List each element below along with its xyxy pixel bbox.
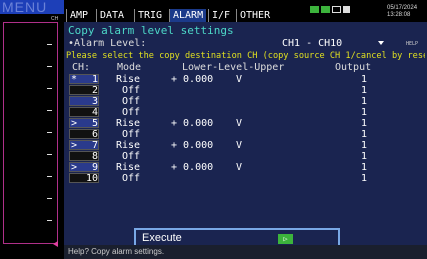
tick bbox=[47, 198, 52, 199]
output-value: 1 bbox=[361, 173, 368, 184]
execute-button[interactable]: ▷ bbox=[278, 234, 293, 244]
output-value: 1 bbox=[361, 151, 368, 162]
left-panel: MENU CH bbox=[0, 0, 64, 259]
table-row[interactable]: 4 Off 1 bbox=[64, 107, 427, 118]
time: 13:28:08 bbox=[387, 12, 411, 18]
ch-number: 5 bbox=[91, 118, 98, 129]
help-button[interactable]: HELP bbox=[401, 40, 423, 48]
table-row[interactable]: * 1 Rise + 0.000 V 1 bbox=[64, 74, 427, 85]
ch-number: 6 bbox=[91, 129, 98, 140]
row-marker: * bbox=[71, 74, 78, 85]
datetime: 05/17/2024 13:28:08 bbox=[387, 5, 417, 19]
table-row[interactable]: 8 Off 1 bbox=[64, 151, 427, 162]
unit-value: V bbox=[236, 118, 243, 129]
ch-number: 8 bbox=[91, 151, 98, 162]
header-output: Output bbox=[335, 62, 372, 73]
tick bbox=[47, 154, 52, 155]
tick bbox=[47, 220, 52, 221]
tick bbox=[47, 44, 52, 45]
mode-value: Off bbox=[122, 151, 141, 162]
position-marker-icon bbox=[53, 241, 58, 247]
ch-number: 9 bbox=[91, 162, 98, 173]
page-title: Copy alarm level settings bbox=[68, 24, 234, 37]
lower-value: + 0.000 bbox=[171, 162, 214, 173]
menu-label[interactable]: MENU bbox=[0, 0, 64, 14]
row-marker: > bbox=[71, 118, 78, 129]
tab-if[interactable]: I/F bbox=[208, 9, 234, 22]
content-panel: Copy alarm level settings •Alarm Level: … bbox=[64, 22, 427, 249]
table-row[interactable]: 10 Off 1 bbox=[64, 173, 427, 184]
alarm-level-label: •Alarm Level: bbox=[68, 38, 147, 49]
lock-icon bbox=[343, 6, 350, 13]
alarm-level-select[interactable]: CH1 - CH10 bbox=[282, 38, 342, 49]
header-ch: CH: bbox=[72, 62, 91, 73]
execute-label: Execute bbox=[142, 232, 182, 244]
date: 05/17/2024 bbox=[387, 5, 418, 11]
chevron-down-icon[interactable] bbox=[378, 41, 384, 45]
output-value: 1 bbox=[361, 74, 368, 85]
ch-number: 1 bbox=[91, 74, 98, 85]
unit-value: V bbox=[236, 74, 243, 85]
mode-value: Rise bbox=[116, 74, 141, 85]
row-marker: > bbox=[71, 162, 78, 173]
unit-value: V bbox=[236, 140, 243, 151]
ch-number: 10 bbox=[85, 173, 98, 184]
ch-number: 4 bbox=[91, 107, 98, 118]
header-level: Lower-Level-Upper bbox=[182, 62, 285, 73]
lower-value: + 0.000 bbox=[171, 118, 214, 129]
mode-value: Off bbox=[122, 129, 141, 140]
tab-bar: AMP DATA TRIG ALARM I/F OTHER bbox=[64, 0, 427, 22]
lower-value: + 0.000 bbox=[171, 74, 214, 85]
table-row[interactable]: 6 Off 1 bbox=[64, 129, 427, 140]
tab-trig[interactable]: TRIG bbox=[134, 9, 166, 22]
tick bbox=[47, 132, 52, 133]
output-value: 1 bbox=[361, 129, 368, 140]
ch-number: 3 bbox=[91, 96, 98, 107]
ch-number: 2 bbox=[91, 85, 98, 96]
output-value: 1 bbox=[361, 162, 368, 173]
table-row[interactable]: >9 Rise + 0.000 V 1 bbox=[64, 162, 427, 173]
header-mode: Mode bbox=[117, 62, 142, 73]
unit-value: V bbox=[236, 162, 243, 173]
tab-alarm[interactable]: ALARM bbox=[169, 9, 207, 22]
tab-other[interactable]: OTHER bbox=[236, 9, 274, 22]
tick bbox=[47, 110, 52, 111]
lower-value: + 0.000 bbox=[171, 140, 214, 151]
tick bbox=[47, 176, 52, 177]
help-bar: Help? Copy alarm settings. bbox=[64, 245, 427, 259]
mode-value: Rise bbox=[116, 140, 141, 151]
table-row[interactable]: >5 Rise + 0.000 V 1 bbox=[64, 118, 427, 129]
memory-icon bbox=[321, 6, 330, 13]
table-header: CH: Mode Lower-Level-Upper Output bbox=[64, 62, 427, 73]
tick bbox=[47, 88, 52, 89]
output-value: 1 bbox=[361, 107, 368, 118]
mode-value: Off bbox=[122, 96, 141, 107]
table-row[interactable]: 3 Off 1 bbox=[64, 96, 427, 107]
mode-value: Off bbox=[122, 173, 141, 184]
output-value: 1 bbox=[361, 96, 368, 107]
mode-value: Off bbox=[122, 85, 141, 96]
help-text: Help? Copy alarm settings. bbox=[68, 247, 165, 256]
waveform-box bbox=[3, 22, 58, 244]
tab-data[interactable]: DATA bbox=[96, 9, 128, 22]
card-icon bbox=[332, 6, 341, 13]
tab-amp[interactable]: AMP bbox=[66, 9, 92, 22]
ch-number: 7 bbox=[91, 140, 98, 151]
battery-icon bbox=[310, 6, 319, 13]
mode-value: Off bbox=[122, 107, 141, 118]
alarm-level-row: •Alarm Level: CH1 - CH10 HELP bbox=[64, 38, 427, 50]
output-value: 1 bbox=[361, 140, 368, 151]
tick bbox=[47, 66, 52, 67]
table-row[interactable]: 2 Off 1 bbox=[64, 85, 427, 96]
output-value: 1 bbox=[361, 85, 368, 96]
mode-value: Rise bbox=[116, 118, 141, 129]
table-row[interactable]: >7 Rise + 0.000 V 1 bbox=[64, 140, 427, 151]
row-marker: > bbox=[71, 140, 78, 151]
mode-value: Rise bbox=[116, 162, 141, 173]
output-value: 1 bbox=[361, 118, 368, 129]
instruction-text: Please select the copy destination CH (c… bbox=[66, 51, 425, 61]
